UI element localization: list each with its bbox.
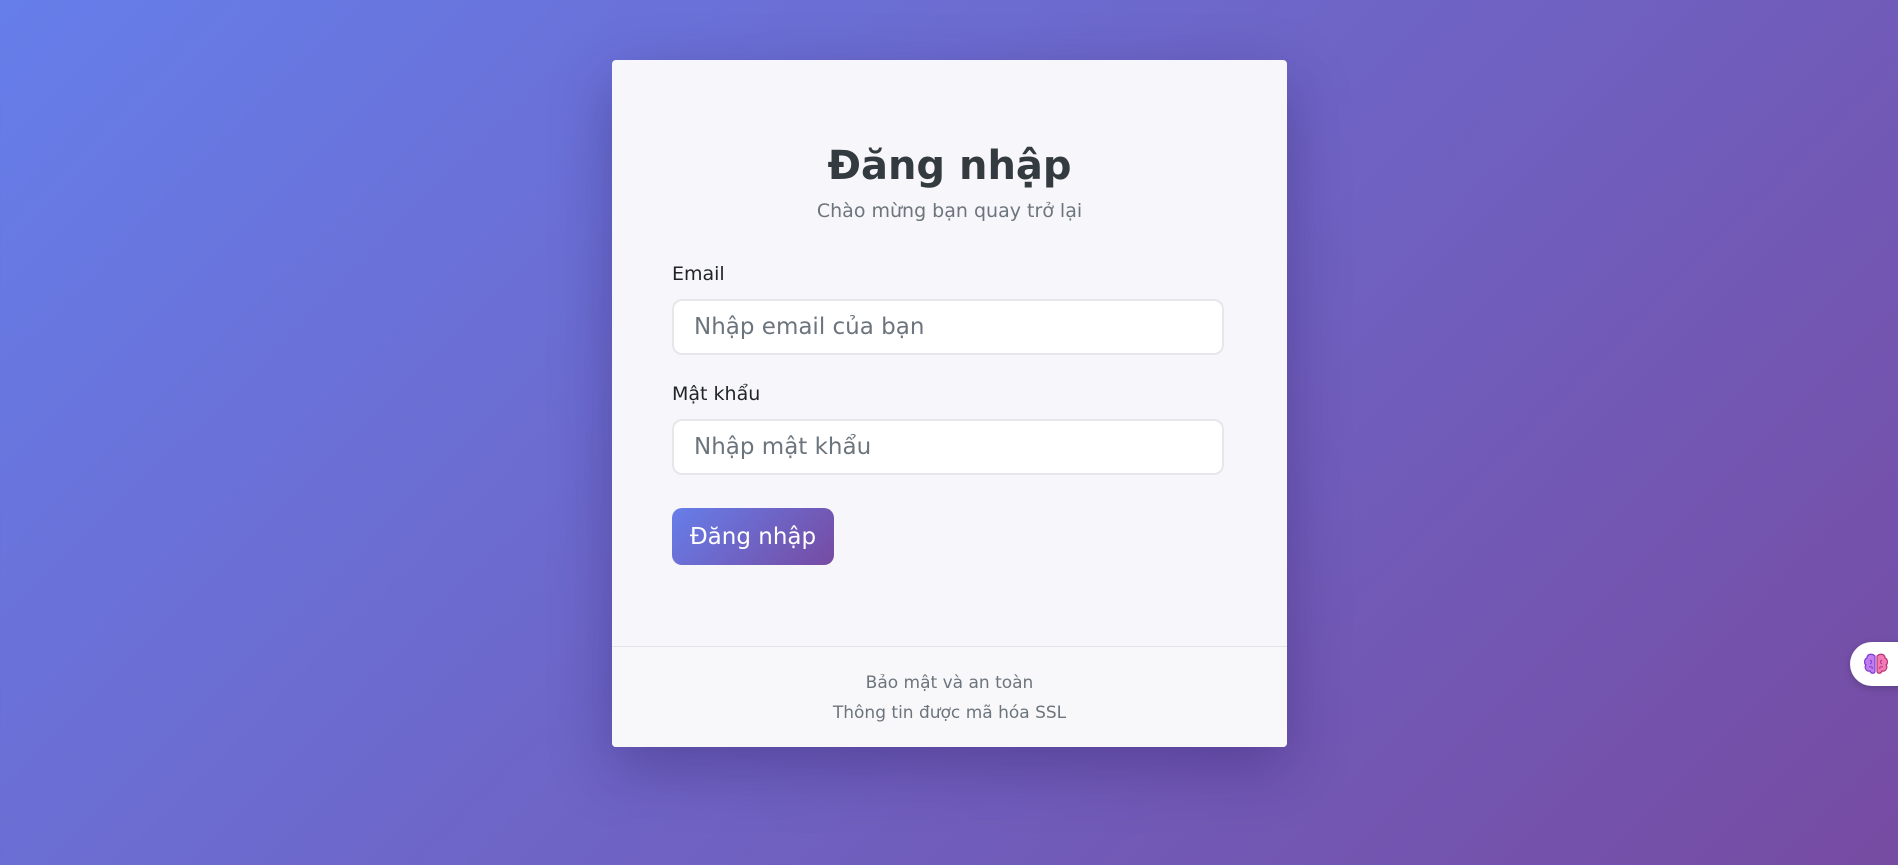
brain-icon [1864,653,1888,674]
password-field[interactable] [672,419,1224,475]
login-card: Đăng nhập Chào mừng bạn quay trở lại Ema… [612,60,1287,747]
login-button[interactable]: Đăng nhập [672,508,834,565]
page-title: Đăng nhập [827,143,1072,189]
password-label: Mật khẩu [672,383,761,405]
floating-assistant-button[interactable] [1850,642,1898,686]
ssl-note: Thông tin được mã hóa SSL [832,703,1067,723]
security-note: Bảo mật và an toàn [865,673,1034,693]
email-label: Email [672,263,725,285]
login-form: Đăng nhập Chào mừng bạn quay trở lại Ema… [612,60,1287,646]
email-field[interactable] [672,299,1224,355]
card-footer: Bảo mật và an toàn Thông tin được mã hóa… [612,646,1287,747]
page-subtitle: Chào mừng bạn quay trở lại [816,200,1083,222]
